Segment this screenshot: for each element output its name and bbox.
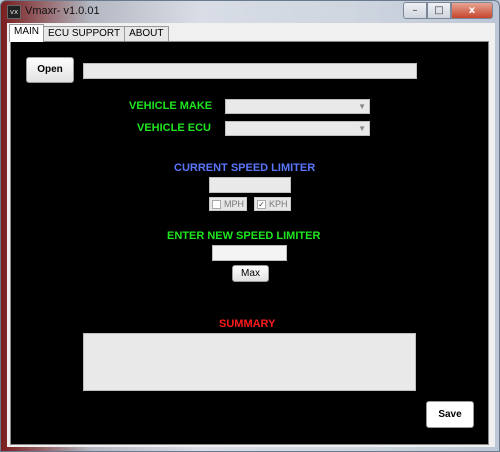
window-controls: – □ x (403, 2, 493, 19)
mph-checkbox-box (212, 199, 221, 209)
app-window: vx Vmaxr- v1.0.01 – □ x MAIN ECU SUPPORT… (0, 0, 500, 452)
vehicle-ecu-dropdown[interactable]: ▼ (225, 121, 370, 136)
current-speed-limiter-field (209, 177, 291, 193)
new-speed-limiter-input[interactable] (212, 245, 287, 261)
chevron-down-icon: ▼ (358, 124, 366, 133)
tab-ecu-support[interactable]: ECU SUPPORT (43, 26, 126, 42)
mph-label: MPH (224, 199, 244, 209)
app-icon: vx (7, 5, 21, 19)
minimize-button[interactable]: – (403, 2, 427, 19)
close-button[interactable]: x (451, 2, 493, 19)
main-panel: Open VEHICLE MAKE ▼ VEHICLE ECU ▼ CURREN… (10, 41, 489, 445)
vehicle-ecu-label: VEHICLE ECU (137, 122, 211, 134)
tab-about[interactable]: ABOUT (124, 26, 169, 42)
new-speed-limiter-label: ENTER NEW SPEED LIMITER (167, 230, 321, 242)
window-title: Vmaxr- v1.0.01 (25, 5, 100, 17)
title-bar[interactable]: vx Vmaxr- v1.0.01 – □ x (1, 1, 499, 23)
vehicle-make-dropdown[interactable]: ▼ (225, 99, 370, 114)
summary-box (83, 333, 416, 391)
summary-label: SUMMARY (219, 318, 276, 330)
kph-checkbox[interactable]: ✓ KPH (254, 197, 291, 211)
checkmark-icon: ✓ (257, 199, 266, 209)
kph-label: KPH (269, 199, 288, 209)
chevron-down-icon: ▼ (358, 102, 366, 111)
save-button[interactable]: Save (426, 401, 474, 428)
tab-main[interactable]: MAIN (9, 24, 44, 42)
mph-checkbox[interactable]: MPH (209, 197, 247, 211)
current-speed-limiter-label: CURRENT SPEED LIMITER (174, 162, 316, 174)
max-button[interactable]: Max (232, 265, 269, 282)
client-area: MAIN ECU SUPPORT ABOUT Open VEHICLE MAKE… (7, 23, 495, 447)
maximize-button[interactable]: □ (427, 2, 451, 19)
tab-strip: MAIN ECU SUPPORT ABOUT (9, 24, 169, 42)
open-button[interactable]: Open (26, 57, 74, 83)
vehicle-make-label: VEHICLE MAKE (129, 100, 213, 112)
file-path-field[interactable] (83, 63, 417, 79)
